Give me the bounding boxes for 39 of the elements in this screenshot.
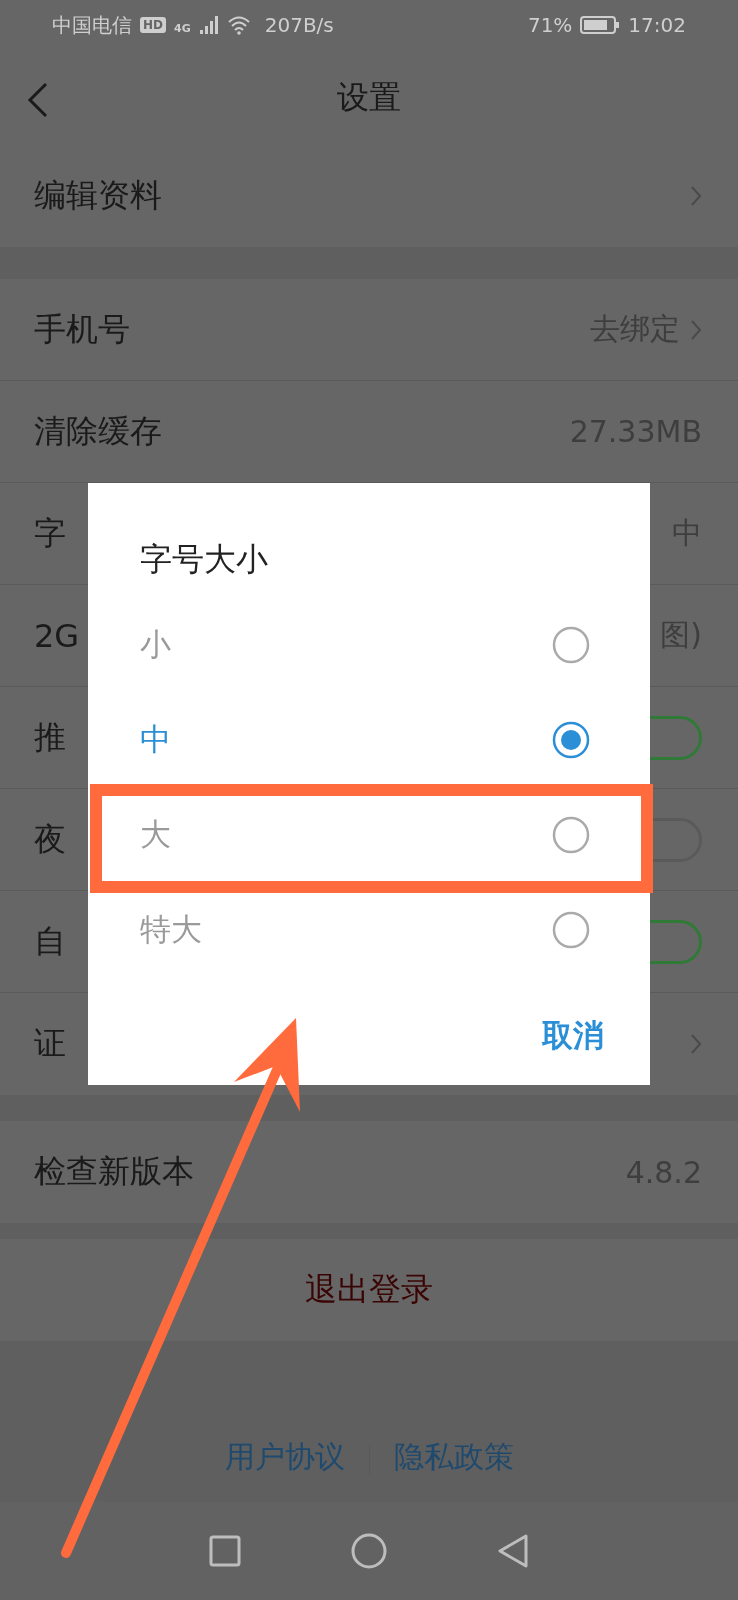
page-title: 设置 bbox=[337, 76, 401, 118]
setting-label: 字 bbox=[34, 512, 66, 554]
signal-icon bbox=[198, 15, 219, 35]
wifi-icon bbox=[226, 15, 251, 35]
option-label[interactable]: 小 bbox=[140, 623, 171, 666]
setting-label: 2G bbox=[34, 616, 80, 655]
radio-button[interactable] bbox=[552, 625, 590, 664]
clock: 17:02 bbox=[628, 13, 686, 37]
battery-icon bbox=[580, 15, 621, 35]
radio-button[interactable] bbox=[552, 720, 590, 759]
setting-label: 推 bbox=[34, 716, 66, 758]
battery-percent: 71% bbox=[527, 13, 573, 37]
carrier-name: 中国电信 bbox=[52, 11, 132, 39]
hd-badge: HD bbox=[140, 17, 166, 33]
chevron-icon bbox=[690, 1033, 702, 1055]
radio-button[interactable] bbox=[552, 815, 590, 854]
home-button[interactable] bbox=[351, 1533, 387, 1569]
setting-label: 手机号 bbox=[34, 308, 130, 350]
cancel-button[interactable]: 取消 bbox=[536, 1014, 610, 1058]
recents-button[interactable] bbox=[209, 1535, 241, 1567]
option-label[interactable]: 特大 bbox=[140, 908, 202, 951]
radio-button[interactable] bbox=[552, 910, 590, 949]
setting-label: 编辑资料 bbox=[34, 175, 162, 216]
option-label[interactable]: 大 bbox=[140, 813, 171, 856]
footer-link[interactable]: 用户协议 bbox=[224, 1437, 345, 1478]
setting-label: 证 bbox=[34, 1023, 66, 1064]
dialog-title: 字号大小 bbox=[139, 539, 269, 580]
back-nav-button[interactable] bbox=[497, 1533, 529, 1569]
chevron-icon bbox=[690, 318, 702, 341]
network-speed: 207B/s bbox=[264, 13, 334, 37]
logout-button[interactable]: 退出登录 bbox=[0, 1239, 738, 1341]
setting-label: 自 bbox=[34, 920, 66, 962]
chevron-icon bbox=[690, 185, 702, 207]
setting-label: 检查新版本 bbox=[34, 1151, 194, 1192]
setting-label: 清除缓存 bbox=[34, 410, 162, 452]
option-label[interactable]: 中 bbox=[140, 718, 171, 761]
network-type: 4G bbox=[174, 21, 191, 35]
footer-link[interactable]: 隐私政策 bbox=[393, 1437, 514, 1478]
setting-label: 夜 bbox=[34, 818, 66, 860]
